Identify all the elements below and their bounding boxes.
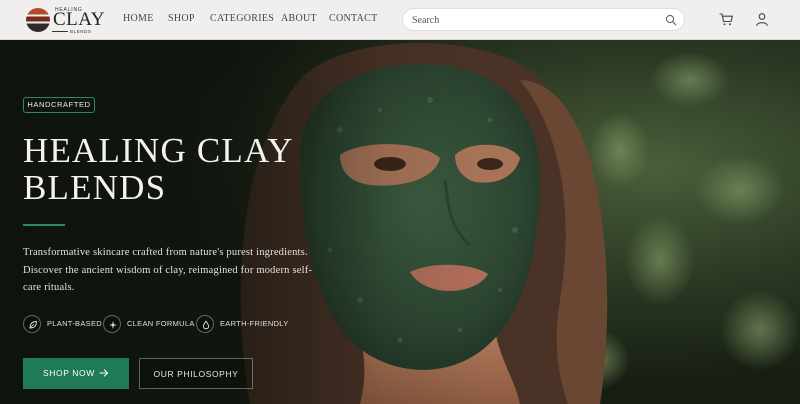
hero-section: HANDCRAFTED HEALING CLAY BLENDS Transfor…: [0, 40, 800, 404]
leaf-icon: [23, 315, 41, 333]
search-input[interactable]: [412, 13, 652, 27]
logo-text-main: CLAY: [53, 9, 105, 30]
nav-item-home[interactable]: HOME: [123, 13, 154, 25]
sparkle-icon: [103, 315, 121, 333]
hero-title: HEALING CLAY BLENDS: [23, 132, 323, 206]
nav-item-contact[interactable]: CONTACT: [329, 13, 378, 25]
feature-label: CLEAN FORMULA: [127, 319, 195, 328]
hero-overlay: [0, 40, 800, 404]
cart-icon[interactable]: [719, 12, 734, 27]
shop-now-button[interactable]: SHOP NOW: [23, 358, 129, 389]
site-header: HEALING CLAY BLENDS HOME SHOP CATEGORIES…: [0, 0, 800, 40]
search-icon[interactable]: [665, 14, 677, 26]
logo-mark-icon: [26, 8, 50, 32]
feature-label: PLANT-BASED: [47, 319, 102, 328]
hero-title-line2: BLENDS: [23, 168, 167, 207]
brand-logo[interactable]: HEALING CLAY BLENDS: [26, 6, 104, 36]
nav-item-about[interactable]: ABOUT: [281, 13, 317, 25]
our-philosophy-button[interactable]: OUR PHILOSOPHY: [139, 358, 253, 389]
search-bar: [402, 8, 685, 31]
arrow-right-icon: [99, 369, 109, 377]
nav-item-categories[interactable]: CATEGORIES: [210, 13, 274, 25]
user-icon[interactable]: [755, 12, 769, 27]
logo-rule: [52, 31, 68, 32]
droplet-icon: [196, 315, 214, 333]
hero-title-line1: HEALING CLAY: [23, 131, 294, 170]
feature-label: EARTH-FRIENDLY: [220, 319, 289, 328]
title-divider: [23, 224, 65, 226]
handcrafted-badge: HANDCRAFTED: [23, 97, 95, 113]
logo-text-bottom: BLENDS: [70, 29, 92, 34]
hero-description: Transformative skincare crafted from nat…: [23, 247, 313, 293]
our-philosophy-label: OUR PHILOSOPHY: [153, 369, 239, 379]
nav-item-shop[interactable]: SHOP: [168, 13, 195, 25]
shop-now-label: SHOP NOW: [43, 368, 95, 378]
